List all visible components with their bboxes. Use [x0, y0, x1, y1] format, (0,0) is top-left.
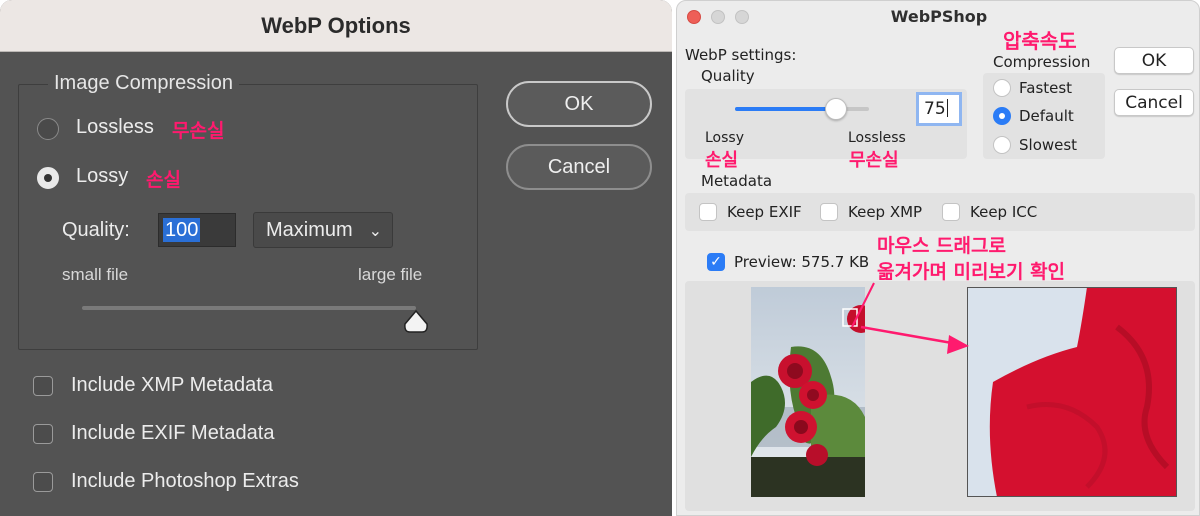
chevron-down-icon: ⌄	[368, 223, 382, 240]
include-photoshop-extras-label[interactable]: Include Photoshop Extras	[71, 470, 299, 493]
group-title: Image Compression	[48, 72, 239, 95]
dialog-titlebar: WebP Options	[0, 0, 672, 52]
lossless-annotation: 무손실	[172, 121, 225, 142]
quality-label: Quality:	[62, 219, 130, 241]
webpshop-dialog: WebPShop WebP settings: Quality 75 Lossy…	[676, 0, 1200, 516]
quality-preset-select[interactable]: Maximum ⌄	[253, 212, 393, 248]
quality-value: 100	[163, 218, 201, 242]
lossless-label[interactable]: Lossless	[76, 116, 154, 139]
cancel-button[interactable]: Cancel	[506, 144, 652, 190]
include-xmp-label[interactable]: Include XMP Metadata	[71, 374, 273, 397]
include-photoshop-extras-checkbox[interactable]	[33, 472, 53, 492]
lossy-label[interactable]: Lossy	[76, 165, 128, 188]
photoshop-webp-options-dialog: WebP Options Image Compression Lossless …	[0, 0, 672, 516]
dialog-title: WebP Options	[261, 12, 411, 38]
ok-button[interactable]: OK	[506, 81, 652, 127]
quality-input[interactable]: 100	[158, 213, 236, 247]
include-exif-label[interactable]: Include EXIF Metadata	[71, 422, 274, 445]
quality-slider-track[interactable]	[82, 306, 416, 310]
lossless-radio[interactable]	[37, 118, 59, 140]
lossy-radio[interactable]	[37, 167, 59, 189]
include-xmp-checkbox[interactable]	[33, 376, 53, 396]
include-exif-checkbox[interactable]	[33, 424, 53, 444]
lossy-annotation: 손실	[146, 170, 181, 191]
preset-value: Maximum	[266, 219, 353, 241]
large-file-label: large file	[358, 265, 423, 284]
annotation-arrows	[851, 282, 969, 354]
quality-slider-thumb[interactable]	[403, 310, 429, 334]
small-file-label: small file	[62, 265, 129, 284]
